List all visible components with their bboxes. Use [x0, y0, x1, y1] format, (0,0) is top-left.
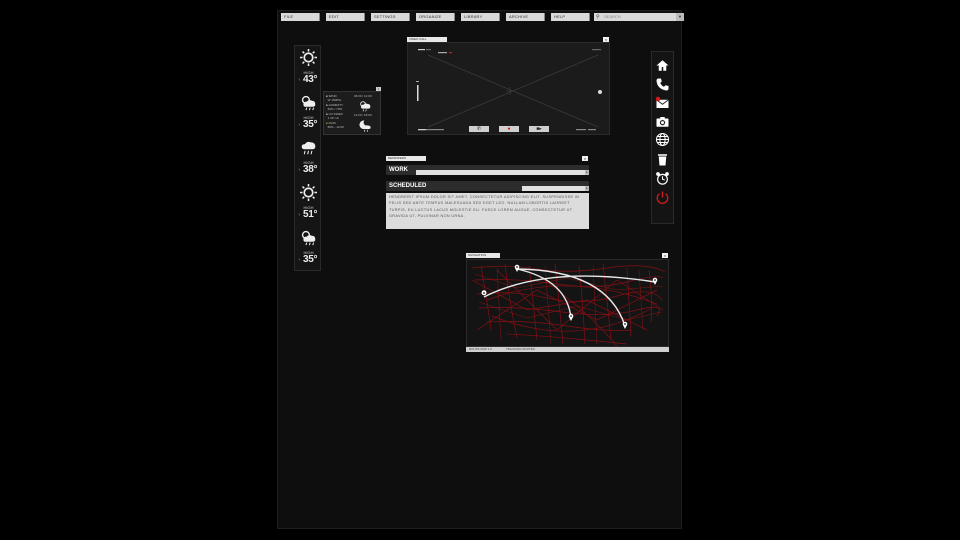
sun-cloud-rain-icon	[360, 101, 371, 112]
trash-icon[interactable]	[655, 152, 670, 167]
map-status-bar: ROUTE MAP 1.0 TRACKING ROUTES	[466, 347, 669, 352]
chevron-down-icon[interactable]: ▼	[676, 13, 684, 21]
search-input[interactable]: ⚲ SEARCH ▼	[594, 13, 684, 21]
menu-edit[interactable]: EDIT	[326, 13, 365, 21]
route-map[interactable]	[466, 259, 669, 347]
sun-cloud-rain-icon	[301, 95, 316, 111]
menu-archive[interactable]: ARCHIVE	[506, 13, 545, 21]
task-progress-bar: ▸	[416, 170, 589, 175]
forecast-time: 12:00 / 18:00	[354, 113, 372, 117]
weather-day[interactable]: HIGH ↑ 38°	[295, 136, 322, 180]
close-icon[interactable]: ×	[662, 253, 668, 258]
task-row[interactable]: WORK ▸	[386, 165, 589, 175]
weather-temp: 35°	[303, 254, 318, 265]
weather-widget: HIGH ↑ 43° HIGH ↑ 35° HIGH ↑ 38° HIGH ↑ …	[294, 45, 321, 271]
globe-icon[interactable]	[655, 132, 670, 147]
search-placeholder: SEARCH	[604, 14, 621, 19]
map-graphic	[471, 263, 666, 346]
task-label: SCHEDULED	[389, 183, 427, 189]
power-icon[interactable]	[655, 190, 670, 205]
rain-cloud-icon	[301, 141, 316, 155]
chevron-right-icon[interactable]: ▸	[585, 186, 589, 191]
moon-cloud-rain-icon	[359, 120, 371, 132]
menu-library[interactable]: LIBRARY	[461, 13, 500, 21]
record-button[interactable]: ●	[499, 126, 519, 132]
video-camera-icon: ■▸	[536, 126, 542, 132]
arrow-up-icon: ↑	[298, 167, 300, 172]
detail-value: 80% - 12:00	[327, 124, 344, 129]
forecast-time: 06:00 / 12:00	[354, 94, 372, 98]
mail-icon[interactable]	[655, 96, 670, 111]
detail-value: 60% / 70%	[327, 106, 343, 111]
hangup-button[interactable]: ✆	[469, 126, 489, 132]
detail-row: ● UV INDEX 1 OF 10	[326, 112, 343, 120]
weather-temp: 38°	[303, 164, 318, 175]
camera-toggle-button[interactable]: ■▸	[529, 126, 549, 132]
arrow-up-icon: ↑	[298, 77, 300, 82]
arrow-up-icon: ↑	[298, 257, 300, 262]
weather-day[interactable]: HIGH ↑ 35°	[295, 226, 322, 270]
search-icon: ⚲	[596, 14, 600, 20]
weather-detail-popup: × ● WIND W 16MPH ● HUMIDITY 60% / 70% ● …	[323, 87, 381, 135]
menu-bar: FILE EDIT SETTINGS ORGANIZE LIBRARY ARCH…	[281, 13, 684, 23]
weather-day[interactable]: HIGH ↑ 51°	[295, 181, 322, 225]
weather-temp: 43°	[303, 74, 318, 85]
sun-icon	[300, 49, 317, 66]
weather-day[interactable]: HIGH ↑ 43°	[295, 46, 322, 90]
detail-row: ● WIND W 16MPH	[326, 94, 342, 102]
arrow-up-icon: ↑	[298, 212, 300, 217]
video-call-panel: ✆ ● ■▸	[407, 42, 610, 135]
menu-help[interactable]: HELP	[551, 13, 590, 21]
video-placeholder-graphic	[416, 49, 602, 131]
weather-day[interactable]: HIGH ↑ 35°	[295, 91, 322, 135]
task-row[interactable]: SCHEDULED ▸	[386, 181, 589, 191]
weather-temp: 35°	[303, 119, 318, 130]
detail-value: 1 OF 10	[327, 115, 339, 120]
alarm-clock-icon[interactable]	[655, 171, 670, 186]
task-progress-bar: ▸	[522, 186, 589, 191]
map-footer-left: ROUTE MAP 1.0	[469, 347, 492, 351]
map-footer-mid: TRACKING ROUTES	[506, 347, 535, 351]
record-icon: ●	[507, 126, 511, 132]
task-label: WORK	[389, 167, 408, 173]
tasks-panel: WORK ▸ SCHEDULED ▸ HENDRERIT IPSUM DOLOR…	[386, 161, 589, 229]
menu-file[interactable]: FILE	[281, 13, 320, 21]
app-dock	[651, 51, 674, 224]
navigation-window: NAVIGATION × ROUTE MAP 1.0 TRACKING ROUT…	[466, 253, 669, 352]
home-icon[interactable]	[655, 58, 670, 73]
detail-row: ● HUMIDITY 60% / 70%	[326, 103, 343, 111]
camera-icon[interactable]	[655, 114, 670, 129]
menu-settings[interactable]: SETTINGS	[371, 13, 410, 21]
menu-organize[interactable]: ORGANIZE	[416, 13, 455, 21]
phone-icon[interactable]	[655, 77, 670, 92]
close-icon[interactable]: ×	[376, 87, 381, 91]
phone-icon: ✆	[476, 126, 482, 132]
weather-temp: 51°	[303, 209, 318, 220]
detail-row: ● RAIN 80% - 12:00	[326, 121, 344, 129]
detail-value: W 16MPH	[327, 97, 342, 102]
map-window-titlebar: NAVIGATION ×	[466, 253, 669, 258]
sun-icon	[300, 184, 317, 201]
map-window-title: NAVIGATION	[466, 253, 500, 258]
arrow-up-icon: ↑	[298, 122, 300, 127]
chevron-right-icon[interactable]: ▸	[585, 170, 589, 175]
task-notes: HENDRERIT IPSUM DOLOR SIT AMET, CONSECTE…	[386, 193, 589, 229]
sun-cloud-rain-icon	[301, 230, 316, 246]
